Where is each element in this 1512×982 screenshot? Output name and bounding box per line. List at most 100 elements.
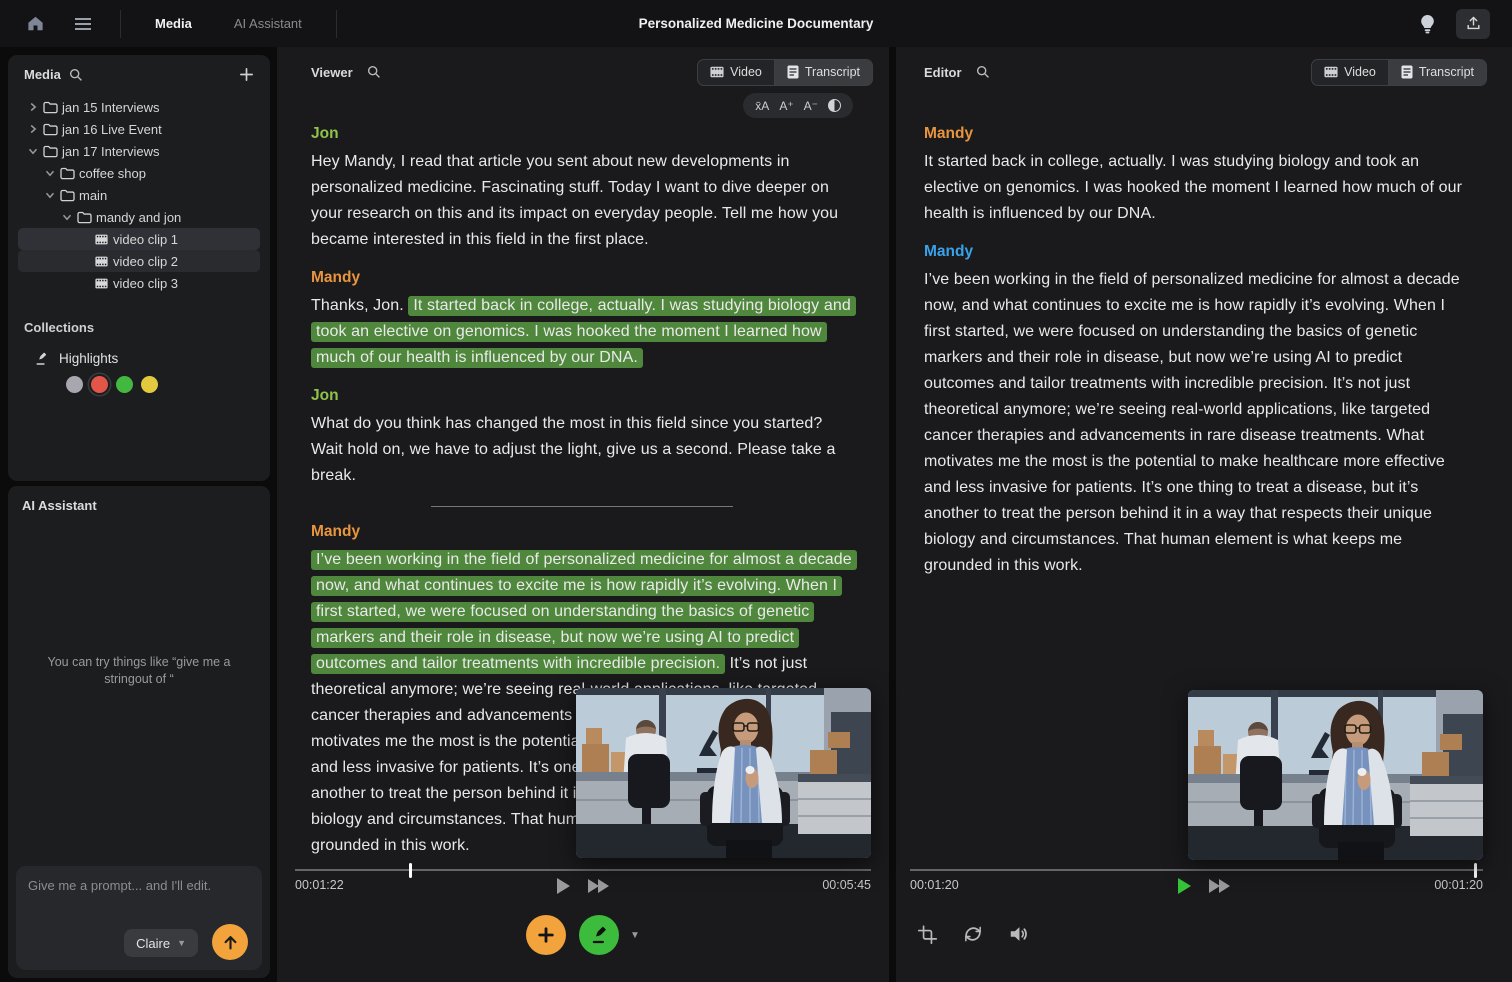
transcript-paragraph[interactable]: Hey Mandy, I read that article you sent … xyxy=(311,149,852,253)
playhead[interactable] xyxy=(409,863,412,878)
video-frame xyxy=(576,688,871,858)
folder-icon xyxy=(40,123,60,136)
menu-button[interactable] xyxy=(66,9,100,39)
editor-video-tab[interactable]: Video xyxy=(1312,60,1388,85)
tree-item[interactable]: coffee shop xyxy=(18,162,260,184)
tree-item[interactable]: mandy and jon xyxy=(18,206,260,228)
highlight-button[interactable] xyxy=(579,915,619,955)
tree-item[interactable]: video clip 2 xyxy=(18,250,260,272)
tree-item[interactable]: video clip 3 xyxy=(18,272,260,294)
editor-transcript-tab[interactable]: Transcript xyxy=(1388,60,1486,85)
tree-item[interactable]: jan 17 Interviews xyxy=(18,140,260,162)
chevron-icon[interactable] xyxy=(26,124,40,134)
highlighter-icon xyxy=(589,925,609,945)
tree-item[interactable]: main xyxy=(18,184,260,206)
transcript-paragraph[interactable]: It started back in college, actually. I … xyxy=(924,149,1465,227)
search-icon[interactable] xyxy=(976,65,990,79)
collection-label: Highlights xyxy=(59,351,118,366)
viewer-video-preview[interactable] xyxy=(576,688,871,858)
send-prompt-button[interactable] xyxy=(212,924,248,960)
viewer-video-tab[interactable]: Video xyxy=(698,60,774,85)
viewer-timeline[interactable] xyxy=(295,869,871,871)
folder-icon xyxy=(74,211,94,224)
add-to-timeline-button[interactable] xyxy=(526,915,566,955)
prompt-input[interactable] xyxy=(28,878,250,922)
film-icon xyxy=(710,66,724,78)
editor-title: Editor xyxy=(924,65,962,80)
highlight-color-dot[interactable] xyxy=(141,376,158,393)
transcript-paragraph[interactable]: I’ve been working in the field of person… xyxy=(924,267,1465,579)
menu-icon xyxy=(74,17,92,31)
highlight-color-dot[interactable] xyxy=(66,376,83,393)
tree-item-label: jan 15 Interviews xyxy=(62,100,160,115)
play-button[interactable] xyxy=(1178,878,1191,894)
chevron-icon[interactable] xyxy=(43,168,57,178)
highlight-color-dot[interactable] xyxy=(116,376,133,393)
viewer-title: Viewer xyxy=(311,65,353,80)
editor-timeline[interactable] xyxy=(910,869,1483,871)
clip-icon xyxy=(91,256,111,267)
ai-assistant-hint: You can try things like “give me a strin… xyxy=(28,654,250,688)
add-media-button[interactable] xyxy=(239,67,254,82)
speaker-label: Jon xyxy=(311,387,852,405)
chevron-icon[interactable] xyxy=(26,102,40,112)
transcript-paragraph[interactable]: Thanks, Jon. It started back in college,… xyxy=(311,293,852,371)
paragraph-divider xyxy=(431,506,733,507)
tab-media[interactable]: Media xyxy=(141,8,206,39)
chevron-down-icon[interactable]: ▼ xyxy=(630,930,640,941)
transcript-paragraph[interactable]: What do you think has changed the most i… xyxy=(311,411,852,489)
tree-item[interactable]: jan 15 Interviews xyxy=(18,96,260,118)
tips-button[interactable] xyxy=(1410,9,1444,39)
topbar: Media AI Assistant Personalized Medicine… xyxy=(0,0,1512,47)
crop-icon xyxy=(917,924,938,945)
editor-transcript-tab-label: Transcript xyxy=(1419,65,1474,79)
retake-button[interactable] xyxy=(960,921,986,947)
fast-forward-button[interactable] xyxy=(588,879,609,893)
clip-icon xyxy=(91,278,111,289)
playhead[interactable] xyxy=(1474,863,1477,878)
tree-item-label: video clip 1 xyxy=(113,232,178,247)
tree-item[interactable]: jan 16 Live Event xyxy=(18,118,260,140)
home-button[interactable] xyxy=(18,9,52,39)
transcript-text: What do you think has changed the most i… xyxy=(311,415,835,484)
chevron-icon[interactable] xyxy=(26,146,40,156)
search-icon[interactable] xyxy=(367,65,381,79)
volume-icon xyxy=(1008,923,1030,945)
ai-assistant-title: AI Assistant xyxy=(22,498,97,513)
search-icon[interactable] xyxy=(69,68,83,82)
editor-video-preview[interactable] xyxy=(1188,690,1483,860)
tab-ai-assistant[interactable]: AI Assistant xyxy=(220,8,316,39)
collection-highlights[interactable]: Highlights xyxy=(34,351,254,366)
document-icon xyxy=(787,65,799,79)
viewer-panel: Viewer Video Transcript x̄A A⁺ A⁻ JonHey… xyxy=(277,47,889,982)
media-panel-title: Media xyxy=(24,67,61,82)
transcript-text: I’ve been working in the field of person… xyxy=(924,271,1460,574)
arrow-up-icon xyxy=(221,933,240,952)
editor-panel: Editor Video Transcript MandyIt started … xyxy=(896,47,1512,982)
sidebar: Media jan 15 Interviews jan 16 Live Event… xyxy=(8,47,270,982)
speaker-label: Mandy xyxy=(311,523,852,541)
play-button[interactable] xyxy=(557,878,570,894)
folder-icon xyxy=(40,145,60,158)
sync-icon xyxy=(962,923,984,945)
fast-forward-button[interactable] xyxy=(1209,879,1230,893)
volume-button[interactable] xyxy=(1006,921,1032,947)
lightbulb-icon xyxy=(1419,14,1436,34)
chevron-icon[interactable] xyxy=(60,212,74,222)
plus-icon xyxy=(536,925,556,945)
transcript-text: Hey Mandy, I read that article you sent … xyxy=(311,153,838,248)
tree-item[interactable]: video clip 1 xyxy=(18,228,260,250)
viewer-transcript-tab[interactable]: Transcript xyxy=(774,60,872,85)
voice-select[interactable]: Claire ▼ xyxy=(124,929,198,957)
collections-title: Collections xyxy=(24,320,254,335)
publish-button[interactable] xyxy=(1456,9,1490,39)
voice-select-label: Claire xyxy=(136,936,170,951)
chevron-icon[interactable] xyxy=(43,190,57,200)
tree-item-label: video clip 2 xyxy=(113,254,178,269)
film-icon xyxy=(1324,66,1338,78)
crop-button[interactable] xyxy=(914,921,940,947)
highlight-color-dot[interactable] xyxy=(91,376,108,393)
editor-video-tab-label: Video xyxy=(1344,65,1376,79)
tree-item-label: video clip 3 xyxy=(113,276,178,291)
viewer-video-tab-label: Video xyxy=(730,65,762,79)
